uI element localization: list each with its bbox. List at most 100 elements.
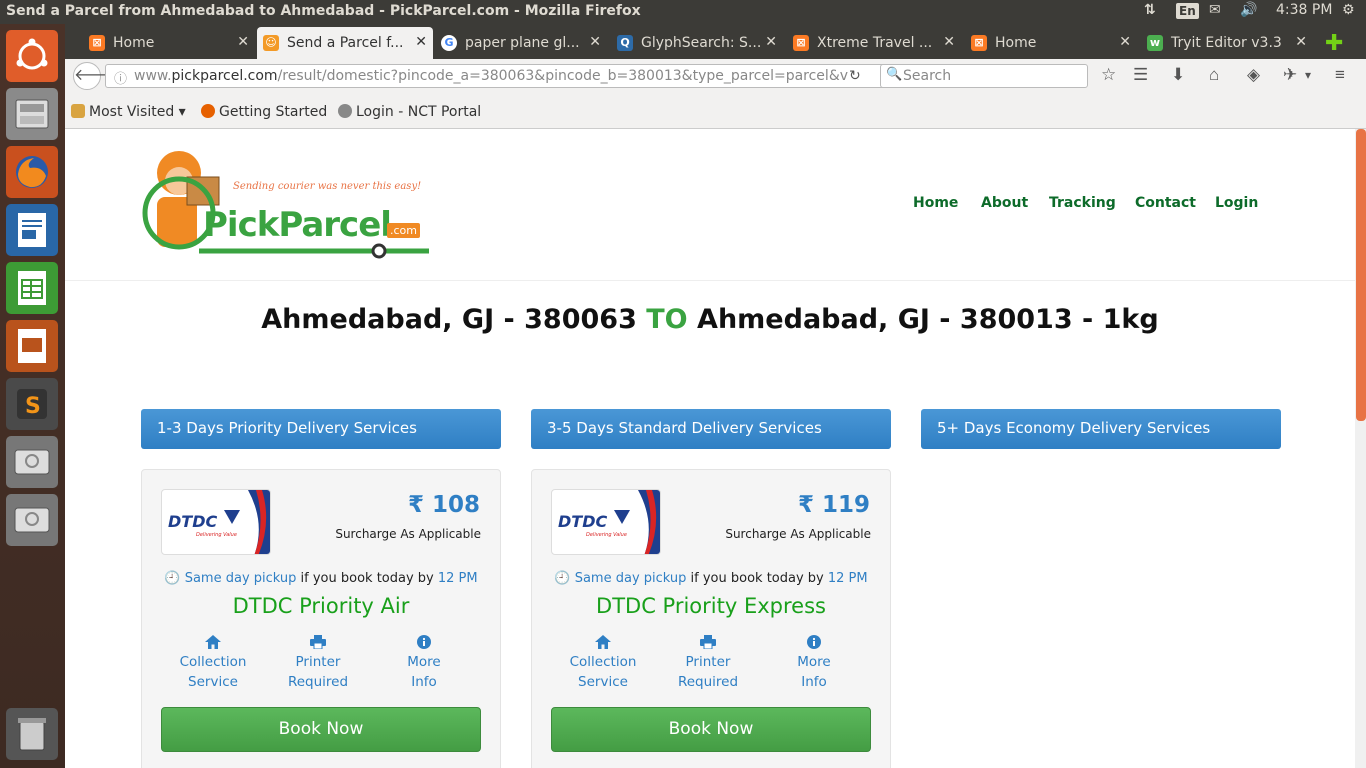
url-path: /result/domestic?pincode_a=380063&pincod… [277,68,849,84]
tab-label: Xtreme Travel ... [817,35,933,51]
reload-icon[interactable]: ↻ [849,67,861,84]
window-title: Send a Parcel from Ahmedabad to Ahmedaba… [6,3,641,19]
bookmark-getting-started[interactable]: Getting Started [201,104,327,120]
google-icon: G [441,35,457,51]
home-icon[interactable]: ⌂ [1209,65,1219,85]
nav-contact[interactable]: Contact [1135,195,1196,211]
calc-icon[interactable] [6,262,58,314]
writer-icon[interactable] [6,204,58,256]
category-economy[interactable]: 5+ Days Economy Delivery Services [921,409,1281,449]
service-name: DTDC Priority Express [596,594,826,618]
keyboard-layout-indicator[interactable]: En [1176,3,1199,19]
home-icon [205,635,221,649]
nav-tracking[interactable]: Tracking [1049,195,1116,211]
feature-collection-service[interactable]: Collection Service [550,635,656,692]
route-to: Ahmedabad, GJ - 380013 - 1kg [697,304,1159,335]
dtdc-logo: DTDC Delivering Value [161,489,271,555]
drive-icon[interactable] [6,494,58,546]
price: ₹ 108 [407,492,480,518]
logo-text: DTDC [558,512,608,531]
feature-printer-required[interactable]: Printer Required [265,635,371,692]
xampp-icon: ⊠ [971,35,987,51]
os-top-panel: Send a Parcel from Ahmedabad to Ahmedaba… [0,0,1366,24]
xampp-icon: ⊠ [793,35,809,51]
printer-icon [310,635,326,649]
dash-home-icon[interactable] [6,30,58,82]
nav-login[interactable]: Login [1215,195,1258,211]
network-icon[interactable]: ⇅ [1144,2,1156,18]
impress-icon[interactable] [6,320,58,372]
files-icon[interactable] [6,88,58,140]
page-scrollbar-thumb[interactable] [1356,129,1366,421]
globe-icon [338,104,352,118]
bookmark-star-icon[interactable]: ☆ [1101,65,1116,85]
reading-list-icon[interactable]: ☰ [1133,65,1148,85]
logo-text: DTDC [168,512,218,531]
service-name: DTDC Priority Air [232,594,410,618]
pocket-icon[interactable]: ◈ [1247,65,1260,85]
navigation-toolbar: 🡐 ⓘ www.pickparcel.com/result/domestic?p… [65,59,1366,95]
feature-more-info[interactable]: More Info [761,635,867,692]
sublime-icon[interactable]: S [6,378,58,430]
pickparcel-icon: ☺ [263,35,279,51]
close-icon[interactable]: ✕ [415,34,427,50]
tab-home[interactable]: ⊠ Home ✕ [89,27,249,59]
extension-icon[interactable]: ✈ [1283,65,1297,85]
site-info-icon[interactable]: ⓘ [114,68,127,87]
close-icon[interactable]: ✕ [1295,34,1307,50]
close-icon[interactable]: ✕ [1119,34,1131,50]
tab-glyphsearch[interactable]: Q GlyphSearch: S... ✕ [617,27,777,59]
clock-icon: 🕘 [164,571,181,586]
feature-collection-service[interactable]: Collection Service [160,635,266,692]
clock[interactable]: 4:38 PM [1276,2,1332,18]
firefox-icon [201,104,215,118]
back-arrow-icon[interactable]: 🡐 [73,62,117,90]
search-placeholder: Search [903,68,952,84]
firefox-icon[interactable] [6,146,58,198]
close-icon[interactable]: ✕ [765,34,777,50]
chevron-down-icon[interactable]: ▾ [1305,68,1311,82]
volume-icon[interactable]: 🔊 [1240,2,1257,18]
hamburger-menu-icon[interactable]: ≡ [1335,65,1345,85]
close-icon[interactable]: ✕ [589,34,601,50]
nav-home[interactable]: Home [913,195,958,211]
brand-suffix: .com [387,223,420,238]
close-icon[interactable]: ✕ [237,34,249,50]
new-tab-plus-icon[interactable]: ✚ [1321,27,1351,59]
service-card: DTDC Delivering Value ₹ 108 Surcharge As… [141,469,501,768]
category-standard[interactable]: 3-5 Days Standard Delivery Services [531,409,891,449]
printer-icon [700,635,716,649]
close-icon[interactable]: ✕ [943,34,955,50]
drive-icon[interactable] [6,436,58,488]
trash-icon[interactable] [6,708,58,760]
nav-about[interactable]: About [981,195,1028,211]
tab-label: Home [995,35,1037,51]
tab-xtreme-travel[interactable]: ⊠ Xtreme Travel ... ✕ [793,27,955,59]
feature-more-info[interactable]: More Info [371,635,477,692]
search-input[interactable]: 🔍 Search [880,64,1088,88]
tab-send-parcel[interactable]: ☺ Send a Parcel f... ✕ [257,27,433,59]
dtdc-logo: DTDC Delivering Value [551,489,661,555]
same-day-pickup-link[interactable]: Same day pickup [575,571,687,586]
tab-paper-plane[interactable]: G paper plane gl... ✕ [441,27,601,59]
route-heading: Ahmedabad, GJ - 380063 TO Ahmedabad, GJ … [65,304,1355,335]
system-gear-icon[interactable]: ⚙ [1342,2,1355,18]
bookmark-login-nct-portal[interactable]: Login - NCT Portal [338,104,481,120]
web-page: Sending courier was never this easy! Pic… [65,129,1355,768]
tab-label: paper plane gl... [465,35,580,51]
tab-home-2[interactable]: ⊠ Home ✕ [971,27,1131,59]
same-day-pickup-link[interactable]: Same day pickup [185,571,297,586]
book-now-button[interactable]: Book Now [161,707,481,752]
feature-printer-required[interactable]: Printer Required [655,635,761,692]
downloads-icon[interactable]: ⬇ [1171,65,1185,85]
brand-name: PickParcel [203,205,392,245]
bookmark-most-visited[interactable]: Most Visited ▾ [71,104,186,120]
tab-strip: ⊠ Home ✕ ☺ Send a Parcel f... ✕ G paper … [65,24,1366,59]
tab-tryit-editor[interactable]: w Tryit Editor v3.3 ✕ [1147,27,1307,59]
mail-icon[interactable]: ✉ [1209,2,1221,18]
url-bar[interactable]: ⓘ www.pickparcel.com/result/domestic?pin… [105,64,933,88]
category-priority[interactable]: 1-3 Days Priority Delivery Services [141,409,501,449]
pickparcel-logo[interactable]: Sending courier was never this easy! Pic… [139,143,439,267]
tab-label: GlyphSearch: S... [641,35,762,51]
book-now-button[interactable]: Book Now [551,707,871,752]
